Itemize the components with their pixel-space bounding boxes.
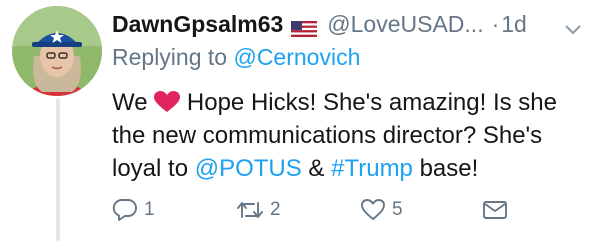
thread-line bbox=[56, 98, 60, 241]
like-icon bbox=[360, 198, 386, 222]
like-count: 5 bbox=[392, 199, 403, 220]
tweet-text: We Hope Hicks! She's amazing! Is she the… bbox=[112, 86, 582, 185]
red-heart-icon bbox=[154, 89, 181, 112]
display-name[interactable]: DawnGpsalm63 bbox=[112, 11, 283, 38]
avatar-image bbox=[12, 6, 102, 96]
replying-prefix: Replying to bbox=[112, 44, 234, 70]
replying-to-link[interactable]: @Cernovich bbox=[233, 44, 360, 70]
direct-message-button[interactable] bbox=[482, 198, 508, 222]
retweet-icon bbox=[236, 198, 264, 222]
tweet-text-part4: base! bbox=[412, 155, 479, 182]
action-bar: 1 2 5 bbox=[112, 198, 582, 234]
timestamp[interactable]: 1d bbox=[501, 11, 527, 38]
reply-button[interactable]: 1 bbox=[112, 198, 155, 222]
handle[interactable]: @LoveUSAD... bbox=[327, 11, 483, 38]
retweet-count: 2 bbox=[270, 199, 281, 220]
reply-icon bbox=[112, 198, 138, 222]
tweet-header: DawnGpsalm63 @LoveUSAD... · 1d bbox=[112, 6, 584, 42]
reply-count: 1 bbox=[144, 199, 155, 220]
mention-link[interactable]: @POTUS bbox=[195, 155, 302, 182]
us-flag-icon bbox=[291, 16, 318, 37]
hashtag-link[interactable]: #Trump bbox=[331, 155, 413, 182]
tweet-text-part1: We bbox=[112, 89, 155, 116]
like-button[interactable]: 5 bbox=[360, 198, 403, 222]
avatar[interactable] bbox=[12, 6, 102, 96]
retweet-button[interactable]: 2 bbox=[236, 198, 281, 222]
tweet-text-part3: & bbox=[301, 155, 332, 182]
chevron-down-icon[interactable] bbox=[564, 15, 582, 35]
direct-message-icon bbox=[482, 198, 508, 222]
replying-to: Replying to @Cernovich bbox=[112, 44, 360, 71]
separator: · bbox=[491, 10, 500, 37]
